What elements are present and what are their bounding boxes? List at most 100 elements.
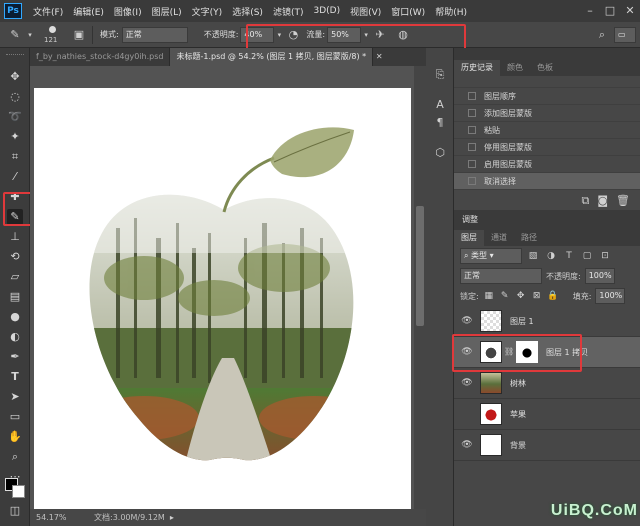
- blend-mode-select[interactable]: 正常: [460, 268, 542, 284]
- rectangle-tool-icon[interactable]: ▭: [7, 409, 23, 425]
- lock-image-icon[interactable]: ✎: [499, 289, 511, 303]
- search-icon[interactable]: ⌕: [594, 28, 610, 42]
- lock-position-icon[interactable]: ✥: [515, 289, 527, 303]
- background-color-swatch[interactable]: [12, 485, 25, 498]
- zoom-tool-icon[interactable]: ⌕: [7, 449, 23, 465]
- history-item[interactable]: [454, 76, 640, 88]
- document-tab-untitled[interactable]: 未标题-1.psd @ 54.2% (图层 1 拷贝, 图层蒙版/8) *: [170, 48, 374, 66]
- trash-icon[interactable]: 🗑: [616, 194, 630, 208]
- lock-artboard-icon[interactable]: ⊠: [531, 289, 543, 303]
- tab-paths[interactable]: 路径: [514, 230, 544, 246]
- menu-file[interactable]: 文件(F): [28, 5, 68, 18]
- eyedropper-tool-icon[interactable]: ⁄: [7, 169, 23, 185]
- pen-tool-icon[interactable]: ✒: [7, 349, 23, 365]
- 3d-panel-icon[interactable]: ⬡: [432, 146, 448, 160]
- fill-input[interactable]: 100%: [595, 288, 626, 304]
- menu-image[interactable]: 图像(I): [109, 5, 147, 18]
- maximize-icon[interactable]: □: [600, 4, 620, 18]
- filter-label: 类型: [471, 251, 488, 260]
- menu-help[interactable]: 帮助(H): [430, 5, 472, 18]
- eraser-tool-icon[interactable]: ▱: [7, 269, 23, 285]
- canvas-area[interactable]: [30, 66, 414, 509]
- tab-history[interactable]: 历史记录: [454, 60, 500, 76]
- paragraph-panel-icon[interactable]: ¶: [432, 116, 448, 130]
- brush-panel-icon[interactable]: ▣: [70, 28, 88, 42]
- lasso-tool-icon[interactable]: ➰: [7, 109, 23, 125]
- history-item[interactable]: 启用图层蒙版: [454, 156, 640, 173]
- history-brush-tool-icon[interactable]: ⟲: [7, 249, 23, 265]
- close-tab-icon[interactable]: ✕: [373, 48, 385, 66]
- character-panel-icon[interactable]: A: [432, 98, 448, 112]
- visibility-eye-icon[interactable]: 👁: [460, 440, 474, 450]
- close-icon[interactable]: ✕: [620, 4, 640, 18]
- history-item[interactable]: 图层顺序: [454, 88, 640, 105]
- visibility-eye-icon[interactable]: 👁: [460, 316, 474, 326]
- hand-tool-icon[interactable]: ✋: [7, 429, 23, 445]
- menu-edit[interactable]: 编辑(E): [68, 5, 109, 18]
- scrollbar-thumb[interactable]: [416, 206, 424, 326]
- history-item[interactable]: 停用图层蒙版: [454, 139, 640, 156]
- menu-select[interactable]: 选择(S): [227, 5, 268, 18]
- tab-color[interactable]: 颜色: [500, 60, 530, 76]
- layer-name[interactable]: 苹果: [510, 409, 526, 420]
- new-document-from-state-icon[interactable]: ⧉: [581, 194, 589, 208]
- tab-layers[interactable]: 图层: [454, 230, 484, 246]
- gradient-tool-icon[interactable]: ▤: [7, 289, 23, 305]
- layer-row-layer1[interactable]: 👁 图层 1: [454, 306, 640, 337]
- history-item[interactable]: 粘贴: [454, 122, 640, 139]
- zoom-level[interactable]: 54.17%: [36, 513, 86, 522]
- menu-3d[interactable]: 3D(D): [308, 6, 345, 16]
- history-state-icon: [468, 160, 476, 168]
- filter-pixel-icon[interactable]: ▧: [526, 249, 540, 263]
- lock-transparent-icon[interactable]: ▦: [483, 289, 495, 303]
- snapshot-camera-icon[interactable]: ◙: [597, 194, 608, 208]
- layer-row-apple[interactable]: 苹果: [454, 399, 640, 430]
- document-canvas[interactable]: [34, 88, 411, 509]
- layer-row-forest[interactable]: 👁 树林: [454, 368, 640, 399]
- filter-type-icon[interactable]: T: [562, 249, 576, 263]
- visibility-eye-icon[interactable]: 👁: [460, 378, 474, 388]
- adjustments-panel-header[interactable]: 调整: [454, 210, 640, 230]
- layer-row-background[interactable]: 👁 背景: [454, 430, 640, 461]
- mode-select[interactable]: 正常: [121, 26, 188, 43]
- marquee-tool-icon[interactable]: ◌: [7, 89, 23, 105]
- blur-tool-icon[interactable]: ●: [7, 309, 23, 325]
- canvas-vertical-scrollbar[interactable]: [414, 66, 426, 509]
- dodge-tool-icon[interactable]: ◐: [7, 329, 23, 345]
- chevron-right-icon[interactable]: ▸: [165, 511, 179, 525]
- menu-layer[interactable]: 图层(L): [147, 5, 187, 18]
- tab-swatches[interactable]: 色板: [530, 60, 560, 76]
- tab-channels[interactable]: 通道: [484, 230, 514, 246]
- clone-stamp-tool-icon[interactable]: ⊥: [7, 229, 23, 245]
- layer-opacity-input[interactable]: 100%: [584, 268, 615, 284]
- chevron-down-icon[interactable]: ▾: [26, 28, 34, 42]
- path-selection-tool-icon[interactable]: ➤: [7, 389, 23, 405]
- history-item-selected[interactable]: 取消选择: [454, 173, 640, 190]
- layers-panel-tabs: 图层 通道 路径: [454, 230, 640, 246]
- move-tool-icon[interactable]: ✥: [7, 69, 23, 85]
- brush-tool-preset-icon[interactable]: ✎: [4, 28, 26, 42]
- filter-shape-icon[interactable]: ▢: [580, 249, 594, 263]
- layer-name[interactable]: 背景: [510, 440, 526, 451]
- type-tool-icon[interactable]: T: [7, 369, 23, 385]
- menu-view[interactable]: 视图(V): [345, 5, 386, 18]
- menu-window[interactable]: 窗口(W): [386, 5, 430, 18]
- history-panel-icon[interactable]: ⎘: [432, 68, 448, 82]
- quick-mask-icon[interactable]: ◫: [7, 503, 23, 519]
- brush-size-preview[interactable]: 121: [40, 24, 66, 46]
- panel-collapse-bar[interactable]: [454, 48, 640, 60]
- menu-filter[interactable]: 滤镜(T): [268, 5, 309, 18]
- minimize-icon[interactable]: –: [580, 4, 600, 18]
- layer-name[interactable]: 树林: [510, 378, 526, 389]
- layer-name[interactable]: 图层 1: [510, 316, 534, 327]
- workspace-select[interactable]: ▭: [614, 26, 636, 43]
- lock-all-icon[interactable]: 🔒: [547, 289, 559, 303]
- filter-adjust-icon[interactable]: ◑: [544, 249, 558, 263]
- menu-type[interactable]: 文字(Y): [187, 5, 228, 18]
- magic-wand-tool-icon[interactable]: ✦: [7, 129, 23, 145]
- crop-tool-icon[interactable]: ⌗: [7, 149, 23, 165]
- history-item[interactable]: 添加图层蒙版: [454, 105, 640, 122]
- layer-filter-select[interactable]: ⌕ 类型 ▾: [460, 248, 522, 264]
- filter-smart-icon[interactable]: ⊡: [598, 249, 612, 263]
- document-tab-stock[interactable]: f_by_nathies_stock-d4gy0ih.psd: [30, 48, 171, 66]
